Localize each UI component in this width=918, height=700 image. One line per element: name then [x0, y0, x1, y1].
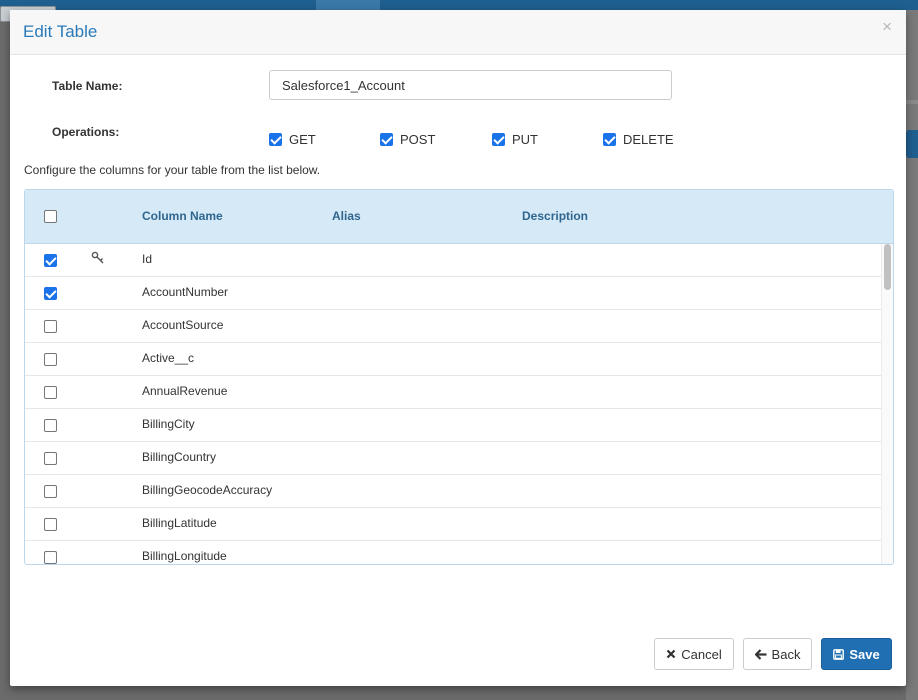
table-row[interactable]: BillingLatitude — [25, 508, 881, 541]
columns-grid: Column Name Alias Description Id Account… — [24, 189, 894, 565]
row-column-name: AccountSource — [142, 318, 224, 332]
operation-put[interactable]: PUT — [492, 131, 538, 147]
row-checkbox[interactable] — [44, 254, 57, 267]
table-row[interactable]: Id — [25, 244, 881, 277]
row-column-name: Active__c — [142, 351, 195, 365]
row-checkbox[interactable] — [44, 386, 57, 399]
edit-table-modal: Edit Table × Table Name: Operations: GET… — [10, 10, 906, 686]
table-row[interactable]: BillingCity — [25, 409, 881, 442]
operation-post[interactable]: POST — [380, 131, 435, 147]
row-checkbox[interactable] — [44, 551, 57, 564]
header-description[interactable]: Description — [522, 209, 588, 223]
operation-get-checkbox[interactable] — [269, 132, 282, 146]
row-checkbox[interactable] — [44, 452, 57, 465]
table-row[interactable]: AccountSource — [25, 310, 881, 343]
row-column-name: BillingLongitude — [142, 549, 227, 563]
table-row[interactable]: BillingGeocodeAccuracy — [25, 475, 881, 508]
table-row[interactable]: AccountNumber — [25, 277, 881, 310]
grid-scroll-thumb[interactable] — [884, 244, 891, 290]
modal-title: Edit Table — [23, 22, 98, 41]
operation-get[interactable]: GET — [269, 131, 316, 147]
operation-get-label: GET — [289, 131, 316, 147]
background-app-button — [906, 130, 918, 158]
header-alias[interactable]: Alias — [332, 209, 361, 223]
grid-body: Id AccountNumber AccountSource Active__c… — [25, 244, 881, 564]
row-checkbox[interactable] — [44, 518, 57, 531]
operation-post-label: POST — [400, 131, 436, 147]
grid-scrollbar[interactable] — [881, 244, 893, 564]
operation-delete-label: DELETE — [623, 131, 674, 147]
select-all-checkbox[interactable] — [44, 210, 57, 223]
row-column-name: BillingCountry — [142, 450, 217, 464]
table-row[interactable]: Active__c — [25, 343, 881, 376]
modal-header: Edit Table × — [10, 10, 906, 55]
row-checkbox[interactable] — [44, 485, 57, 498]
table-row[interactable]: BillingCountry — [25, 442, 881, 475]
table-row[interactable]: AnnualRevenue — [25, 376, 881, 409]
table-row[interactable]: BillingLongitude — [25, 541, 881, 564]
cancel-button[interactable]: Cancel — [654, 638, 734, 670]
operation-post-checkbox[interactable] — [380, 132, 393, 146]
row-column-name: BillingCity — [142, 417, 195, 431]
background-app-divider — [906, 100, 918, 104]
table-name-input[interactable] — [269, 70, 672, 100]
row-column-name: BillingLatitude — [142, 516, 217, 530]
arrow-left-icon — [754, 648, 767, 660]
floppy-disk-icon — [833, 648, 845, 660]
header-column-name[interactable]: Column Name — [142, 209, 223, 223]
save-button-label: Save — [849, 646, 880, 662]
row-column-name: BillingGeocodeAccuracy — [142, 483, 273, 497]
row-checkbox[interactable] — [44, 287, 57, 300]
row-column-name: Id — [142, 252, 153, 266]
row-column-name: AccountNumber — [142, 285, 229, 299]
operation-delete[interactable]: DELETE — [603, 131, 674, 147]
row-column-name: AnnualRevenue — [142, 384, 228, 398]
save-button[interactable]: Save — [821, 638, 892, 670]
row-checkbox[interactable] — [44, 419, 57, 432]
operations-label: Operations: — [52, 125, 120, 139]
instructions-text: Configure the columns for your table fro… — [24, 163, 321, 177]
cancel-button-label: Cancel — [681, 646, 722, 662]
background-app-tab — [316, 0, 380, 10]
background-app-topbar — [0, 0, 918, 10]
operation-delete-checkbox[interactable] — [603, 132, 616, 146]
table-name-label: Table Name: — [52, 79, 123, 93]
back-button[interactable]: Back — [743, 638, 812, 670]
close-icon[interactable]: × — [882, 18, 892, 35]
row-checkbox[interactable] — [44, 353, 57, 366]
operation-put-checkbox[interactable] — [492, 132, 505, 146]
operation-put-label: PUT — [512, 131, 538, 147]
back-button-label: Back — [771, 646, 801, 662]
x-icon — [666, 649, 676, 659]
row-checkbox[interactable] — [44, 320, 57, 333]
grid-header: Column Name Alias Description — [25, 190, 893, 244]
key-icon — [91, 251, 105, 270]
background-app-panel — [906, 10, 918, 700]
